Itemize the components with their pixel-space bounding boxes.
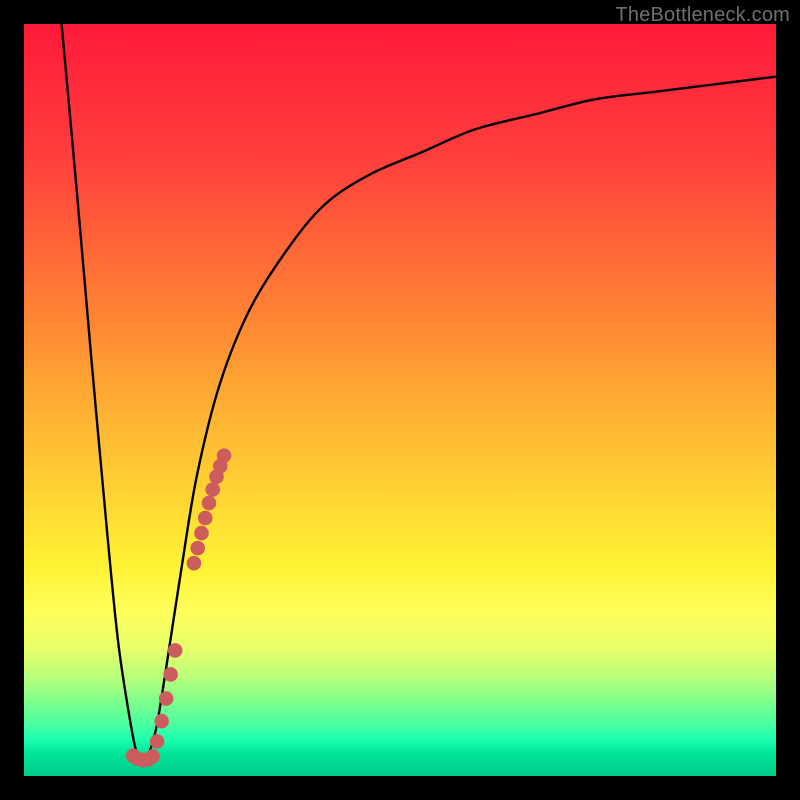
data-markers: [126, 449, 231, 767]
marker-seg-5: [202, 496, 216, 510]
chart-stage: TheBottleneck.com: [0, 0, 800, 800]
curve-svg: [24, 24, 776, 776]
marker-seg-2: [191, 541, 205, 555]
marker-seg-9: [217, 449, 231, 463]
marker-rise-3: [159, 692, 173, 706]
plot-area: [24, 24, 776, 776]
marker-rise-4: [164, 668, 178, 682]
marker-rise-2: [155, 714, 169, 728]
marker-rise-5: [168, 644, 182, 658]
marker-rise-1: [150, 735, 164, 749]
marker-seg-4: [198, 511, 212, 525]
marker-hook-low-5: [146, 750, 160, 764]
marker-seg-3: [195, 526, 209, 540]
marker-seg-6: [206, 483, 220, 497]
marker-seg-1: [187, 556, 201, 570]
